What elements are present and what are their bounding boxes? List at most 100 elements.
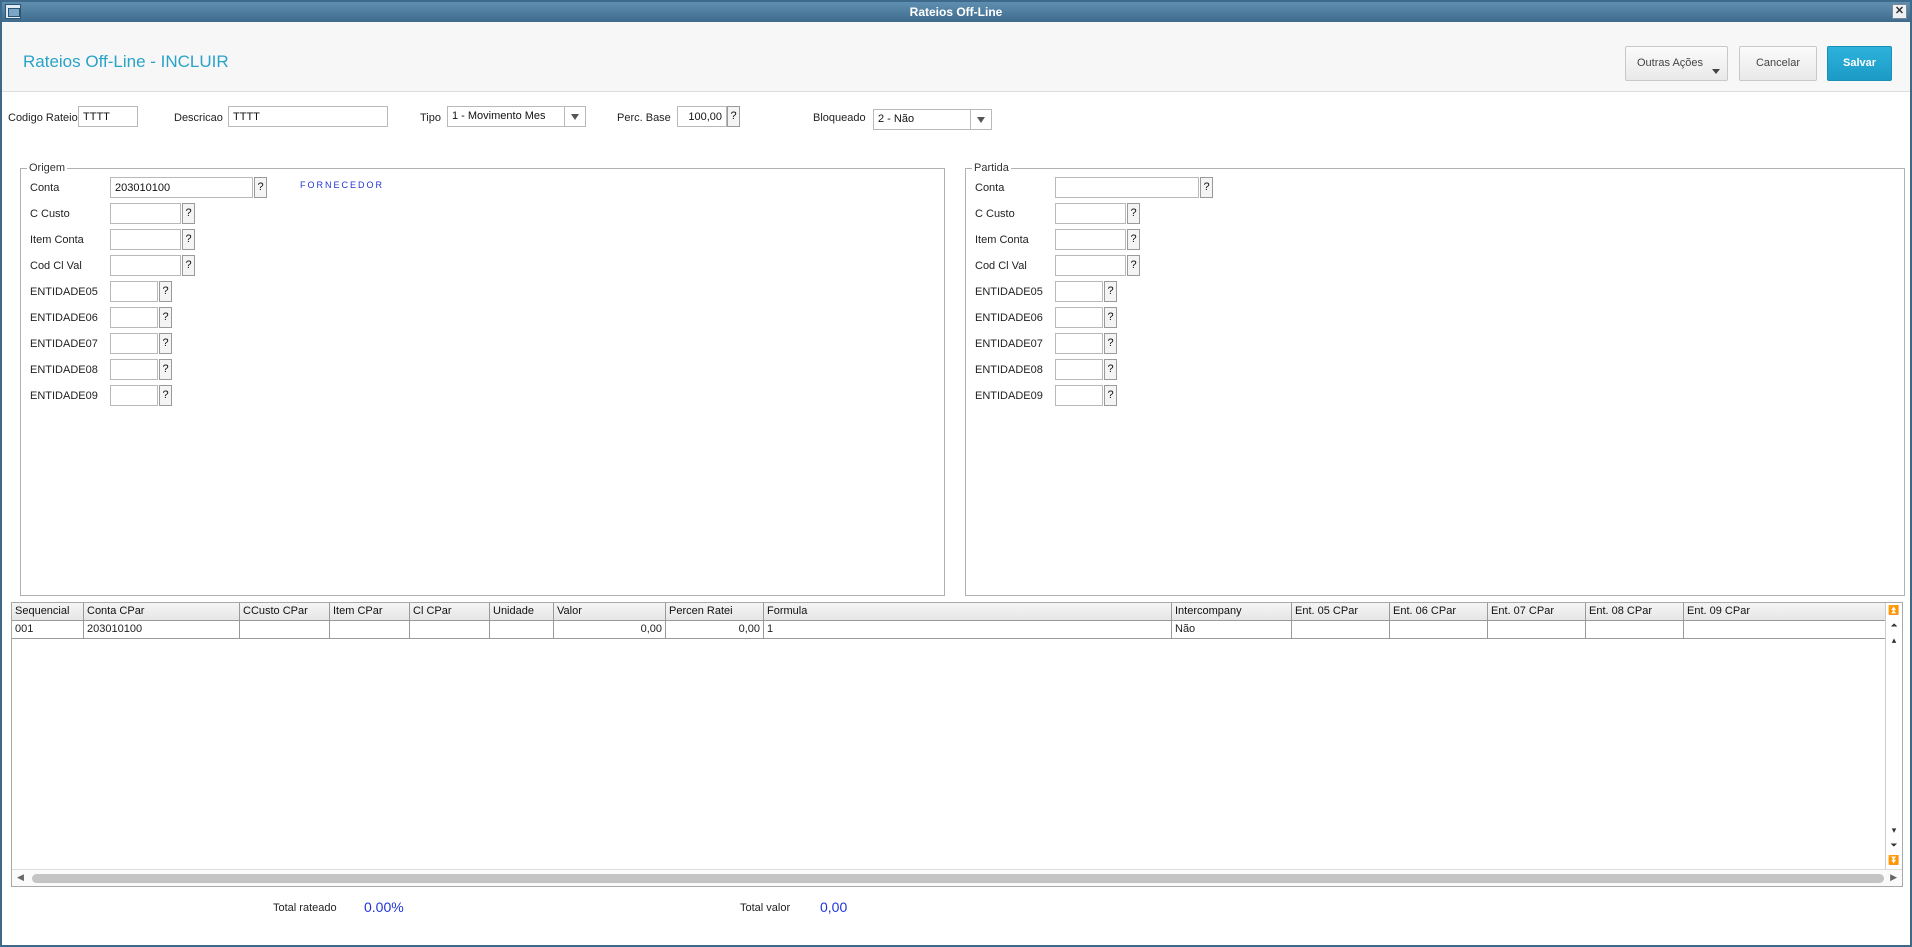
partida-field-lookup-button[interactable]: ? <box>1127 255 1140 276</box>
scroll-page-down-icon[interactable]: ⏷ <box>1888 840 1900 852</box>
origem-field-input[interactable] <box>110 307 158 328</box>
origem-field-label: Cod Cl Val <box>30 260 82 272</box>
origem-field-input[interactable] <box>110 359 158 380</box>
column-header[interactable]: Cl CPar <box>410 603 490 621</box>
origem-field-input[interactable] <box>110 203 181 224</box>
origem-field-lookup-button[interactable]: ? <box>159 307 172 328</box>
title-bar: Rateios Off-Line ✕ <box>2 2 1910 22</box>
scroll-bottom-icon[interactable]: ⏬ <box>1888 855 1900 867</box>
cancel-button[interactable]: Cancelar <box>1739 46 1817 81</box>
close-icon[interactable]: ✕ <box>1892 4 1907 19</box>
partida-field-input[interactable] <box>1055 255 1126 276</box>
column-header[interactable]: CCusto CPar <box>240 603 330 621</box>
origem-field-lookup-button[interactable]: ? <box>159 385 172 406</box>
origem-field-input[interactable] <box>110 255 181 276</box>
table-row[interactable]: 001 203010100 0,00 0,00 1 Não <box>12 621 1886 639</box>
vertical-scrollbar[interactable]: ⏫ ⏶ ▴ ▾ ⏷ ⏬ <box>1885 603 1902 869</box>
partida-field-input[interactable] <box>1055 177 1199 198</box>
total-rateado-label: Total rateado <box>273 902 337 914</box>
partida-field-label: ENTIDADE08 <box>975 364 1043 376</box>
scroll-down-icon[interactable]: ▾ <box>1888 825 1900 837</box>
column-header[interactable]: Conta CPar <box>84 603 240 621</box>
horizontal-scrollbar[interactable]: ◀ ▶ <box>12 869 1902 886</box>
origem-field-input[interactable] <box>110 177 253 198</box>
partida-field-lookup-button[interactable]: ? <box>1200 177 1213 198</box>
column-header[interactable]: Ent. 07 CPar <box>1488 603 1586 621</box>
partida-field-input[interactable] <box>1055 307 1103 328</box>
total-valor-label: Total valor <box>740 902 791 914</box>
partida-field-input[interactable] <box>1055 385 1103 406</box>
column-header[interactable]: Percen Ratei <box>666 603 764 621</box>
partida-field-lookup-button[interactable]: ? <box>1127 203 1140 224</box>
origem-field-lookup-button[interactable]: ? <box>159 359 172 380</box>
scroll-right-icon[interactable]: ▶ <box>1890 872 1897 883</box>
perc-base-label: Perc. Base <box>617 112 671 124</box>
table-cell[interactable]: 0,00 <box>554 621 666 639</box>
column-header[interactable]: Ent. 09 CPar <box>1684 603 1886 621</box>
table-cell[interactable] <box>410 621 490 639</box>
scroll-top-icon[interactable]: ⏫ <box>1888 605 1900 617</box>
origem-field-lookup-button[interactable]: ? <box>182 255 195 276</box>
other-actions-button[interactable]: Outras Ações <box>1625 46 1728 81</box>
horizontal-scroll-thumb[interactable] <box>32 874 1884 883</box>
column-header[interactable]: Unidade <box>490 603 554 621</box>
table-cell[interactable] <box>330 621 410 639</box>
dropdown-arrow-icon[interactable] <box>970 110 991 129</box>
scroll-up-icon[interactable]: ▴ <box>1888 635 1900 647</box>
column-header[interactable]: Ent. 06 CPar <box>1390 603 1488 621</box>
table-cell[interactable] <box>1488 621 1586 639</box>
page-title: Rateios Off-Line - INCLUIR <box>23 52 229 71</box>
partida-field-input[interactable] <box>1055 359 1103 380</box>
origem-field-lookup-button[interactable]: ? <box>182 229 195 250</box>
table-cell[interactable] <box>1292 621 1390 639</box>
table-cell[interactable] <box>240 621 330 639</box>
table-cell[interactable] <box>490 621 554 639</box>
tipo-label: Tipo <box>420 112 441 124</box>
save-button[interactable]: Salvar <box>1827 46 1892 81</box>
column-header[interactable]: Item CPar <box>330 603 410 621</box>
column-header[interactable]: Sequencial <box>12 603 84 621</box>
partida-field-input[interactable] <box>1055 203 1126 224</box>
codigo-rateio-input[interactable] <box>78 106 138 127</box>
partida-field-input[interactable] <box>1055 333 1103 354</box>
origem-field-input[interactable] <box>110 385 158 406</box>
origem-field-lookup-button[interactable]: ? <box>159 281 172 302</box>
column-header[interactable]: Ent. 05 CPar <box>1292 603 1390 621</box>
partida-field-lookup-button[interactable]: ? <box>1127 229 1140 250</box>
partida-field-lookup-button[interactable]: ? <box>1104 333 1117 354</box>
table-cell[interactable]: Não <box>1172 621 1292 639</box>
table-cell[interactable]: 0,00 <box>666 621 764 639</box>
partida-field-lookup-button[interactable]: ? <box>1104 307 1117 328</box>
origem-field-input[interactable] <box>110 229 181 250</box>
partida-field-lookup-button[interactable]: ? <box>1104 281 1117 302</box>
scroll-left-icon[interactable]: ◀ <box>17 872 24 883</box>
descricao-input[interactable] <box>228 106 388 127</box>
column-header[interactable]: Valor <box>554 603 666 621</box>
scroll-page-up-icon[interactable]: ⏶ <box>1888 620 1900 632</box>
table-cell[interactable]: 001 <box>12 621 84 639</box>
origem-field-lookup-button[interactable]: ? <box>159 333 172 354</box>
origem-field-lookup-button[interactable]: ? <box>182 203 195 224</box>
partida-field-lookup-button[interactable]: ? <box>1104 385 1117 406</box>
tipo-select[interactable]: 1 - Movimento Mes <box>447 106 586 127</box>
table-cell[interactable]: 1 <box>764 621 1172 639</box>
perc-base-lookup-button[interactable]: ? <box>727 106 740 127</box>
table-cell[interactable] <box>1586 621 1684 639</box>
dropdown-arrow-icon[interactable] <box>564 107 585 126</box>
origem-field-input[interactable] <box>110 333 158 354</box>
partida-field-lookup-button[interactable]: ? <box>1104 359 1117 380</box>
partida-field-label: Cod Cl Val <box>975 260 1027 272</box>
column-header[interactable]: Intercompany <box>1172 603 1292 621</box>
table-cell[interactable] <box>1684 621 1886 639</box>
table-cell[interactable]: 203010100 <box>84 621 240 639</box>
perc-base-input[interactable] <box>677 106 727 127</box>
origem-field-lookup-button[interactable]: ? <box>254 177 267 198</box>
table-cell[interactable] <box>1390 621 1488 639</box>
partida-field-input[interactable] <box>1055 281 1103 302</box>
column-header[interactable]: Formula <box>764 603 1172 621</box>
bloqueado-value: 2 - Não <box>878 113 915 125</box>
bloqueado-select[interactable]: 2 - Não <box>873 109 992 130</box>
column-header[interactable]: Ent. 08 CPar <box>1586 603 1684 621</box>
origem-field-input[interactable] <box>110 281 158 302</box>
partida-field-input[interactable] <box>1055 229 1126 250</box>
